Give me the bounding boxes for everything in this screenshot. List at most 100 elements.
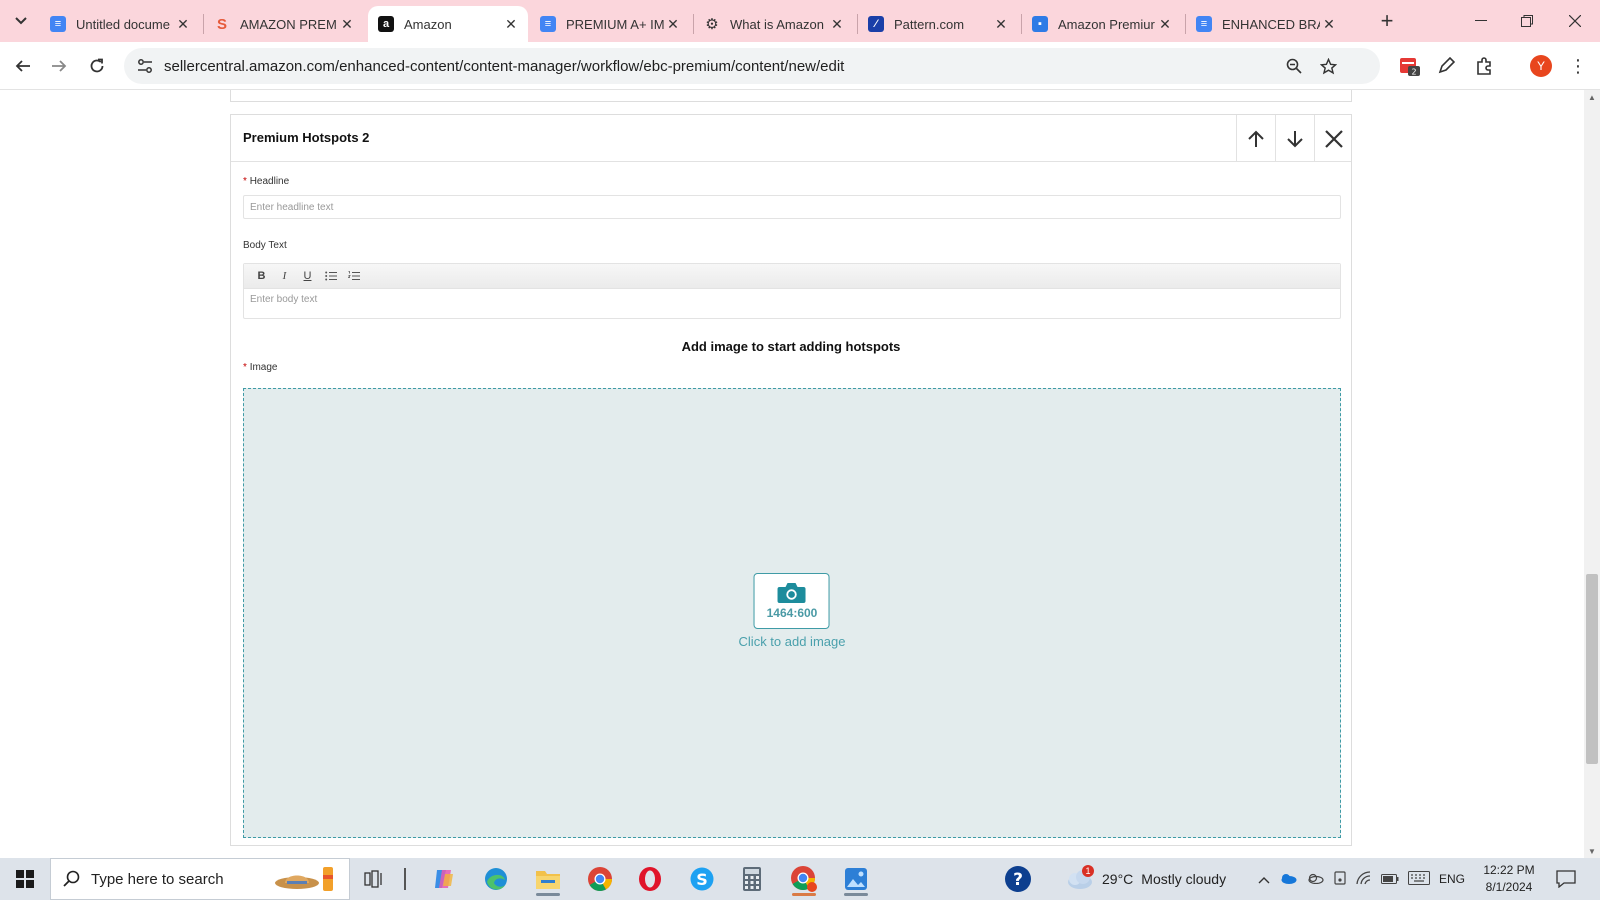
chevron-up-icon[interactable] bbox=[1258, 872, 1270, 887]
required-mark: * bbox=[243, 362, 247, 373]
input-language[interactable]: ENG bbox=[1439, 872, 1465, 886]
windows-logo-icon bbox=[16, 870, 34, 888]
arrow-right-icon bbox=[52, 60, 67, 72]
image-dropzone[interactable]: 1464:600 Click to add image bbox=[243, 388, 1341, 838]
numbered-list-button[interactable] bbox=[342, 266, 365, 286]
tab-amazon-prem[interactable]: S AMAZON PREM ✕ bbox=[204, 6, 364, 42]
remove-module-button[interactable] bbox=[1314, 115, 1353, 162]
headline-input[interactable]: Enter headline text bbox=[243, 195, 1341, 219]
tab-premium-a-plus[interactable]: ≡ PREMIUM A+ IM ✕ bbox=[530, 6, 690, 42]
close-tab-icon[interactable]: ✕ bbox=[1320, 15, 1338, 33]
italic-button[interactable]: I bbox=[273, 266, 296, 286]
tab-pattern[interactable]: ⁄ Pattern.com ✕ bbox=[858, 6, 1018, 42]
clock-time: 12:22 PM bbox=[1483, 863, 1535, 877]
keyboard-icon[interactable] bbox=[1408, 870, 1430, 888]
google-docs-icon: ≡ bbox=[1196, 16, 1212, 32]
underline-button[interactable]: U bbox=[296, 266, 319, 286]
page-scrollbar[interactable]: ▲ ▼ bbox=[1584, 90, 1600, 858]
copilot-icon[interactable] bbox=[424, 862, 464, 896]
required-mark: * bbox=[243, 176, 247, 187]
tab-title: Amazon bbox=[404, 16, 452, 32]
wifi-icon[interactable] bbox=[1356, 870, 1372, 888]
calculator-icon[interactable] bbox=[732, 862, 772, 896]
zoom-icon[interactable] bbox=[1284, 56, 1304, 76]
add-image-target[interactable]: 1464:600 Click to add image bbox=[739, 573, 846, 649]
close-tab-icon[interactable]: ✕ bbox=[338, 15, 356, 33]
bookmark-star-icon[interactable] bbox=[1318, 56, 1338, 76]
skype-icon[interactable]: S bbox=[682, 862, 722, 896]
add-image-link[interactable]: Click to add image bbox=[739, 634, 846, 649]
body-text-label: Body Text bbox=[243, 240, 287, 251]
cloud-icon[interactable] bbox=[1306, 872, 1324, 887]
opera-icon[interactable] bbox=[630, 862, 670, 896]
taskbar-search[interactable]: Type here to search bbox=[50, 858, 350, 900]
windows-taskbar: Type here to search S ? 1 29°C Mostly cl… bbox=[0, 858, 1600, 900]
tab-untitled-document[interactable]: ≡ Untitled docume ✕ bbox=[40, 6, 200, 42]
image-placeholder-box: 1464:600 bbox=[753, 573, 830, 629]
page-viewport: Premium Hotspots 2 * Headline Enter head… bbox=[0, 90, 1584, 858]
image-aspect-ratio: 1464:600 bbox=[766, 606, 818, 620]
task-view-icon[interactable] bbox=[354, 862, 394, 896]
extension-pen-icon[interactable] bbox=[1434, 54, 1458, 78]
close-window-button[interactable] bbox=[1552, 6, 1598, 36]
image-label-text: Image bbox=[249, 362, 278, 373]
bold-button[interactable]: B bbox=[250, 266, 273, 286]
arrow-up-icon bbox=[1248, 130, 1264, 147]
chrome-profile-icon[interactable] bbox=[784, 862, 824, 896]
move-up-button[interactable] bbox=[1236, 115, 1275, 162]
headline-placeholder: Enter headline text bbox=[250, 202, 334, 213]
scroll-up-arrow[interactable]: ▲ bbox=[1584, 90, 1600, 104]
weather-widget[interactable]: 1 29°C Mostly cloudy bbox=[1064, 858, 1226, 900]
move-down-button[interactable] bbox=[1275, 115, 1314, 162]
close-tab-icon[interactable]: ✕ bbox=[992, 15, 1010, 33]
body-placeholder: Enter body text bbox=[250, 294, 318, 305]
restore-button[interactable] bbox=[1504, 6, 1550, 36]
reload-button[interactable] bbox=[83, 52, 111, 80]
body-text-input[interactable]: Enter body text bbox=[244, 289, 1340, 310]
close-tab-icon[interactable]: ✕ bbox=[828, 15, 846, 33]
plus-icon: + bbox=[1380, 8, 1394, 33]
browser-menu-icon[interactable]: ⋮ bbox=[1568, 54, 1588, 78]
profile-avatar[interactable]: Y bbox=[1530, 55, 1552, 77]
previous-module-edge bbox=[230, 90, 1352, 102]
new-tab-button[interactable]: + bbox=[1374, 8, 1400, 34]
scrollbar-thumb[interactable] bbox=[1586, 574, 1598, 764]
s-logo-icon: S bbox=[216, 15, 227, 33]
scroll-down-arrow[interactable]: ▼ bbox=[1584, 844, 1600, 858]
device-icon[interactable] bbox=[1333, 870, 1347, 888]
site-info-icon[interactable] bbox=[136, 57, 154, 75]
close-tab-icon[interactable]: ✕ bbox=[174, 15, 192, 33]
browser-toolbar: sellercentral.amazon.com/enhanced-conten… bbox=[0, 42, 1600, 90]
close-tab-icon[interactable]: ✕ bbox=[664, 15, 682, 33]
extensions-puzzle-icon[interactable] bbox=[1472, 54, 1496, 78]
extension-calendar-icon[interactable]: 2 bbox=[1398, 54, 1422, 78]
close-tab-icon[interactable]: ✕ bbox=[1156, 15, 1174, 33]
clock-date: 8/1/2024 bbox=[1485, 880, 1533, 894]
gear-site-icon: ⚙ bbox=[705, 16, 719, 33]
photos-icon[interactable] bbox=[836, 862, 876, 896]
notification-center-icon[interactable] bbox=[1546, 862, 1586, 896]
tab-title: What is Amazon bbox=[730, 16, 824, 32]
tab-amazon[interactable]: a Amazon ✕ bbox=[368, 6, 528, 42]
clock[interactable]: 12:22 PM 8/1/2024 bbox=[1470, 862, 1548, 896]
back-button[interactable] bbox=[9, 52, 37, 80]
tab-enhanced-bra[interactable]: ≡ ENHANCED BRA ✕ bbox=[1186, 6, 1346, 42]
battery-icon[interactable] bbox=[1381, 872, 1399, 887]
minimize-button[interactable] bbox=[1458, 6, 1504, 36]
start-button[interactable] bbox=[0, 858, 50, 900]
reload-icon bbox=[90, 58, 104, 73]
hotspot-instruction: Add image to start adding hotspots bbox=[681, 339, 901, 354]
tab-strip: ≡ Untitled docume ✕ S AMAZON PREM ✕ a Am… bbox=[0, 0, 1600, 42]
tab-search-button[interactable] bbox=[8, 8, 34, 34]
forward-button[interactable] bbox=[45, 52, 73, 80]
tab-what-is-amazon[interactable]: ⚙ What is Amazon ✕ bbox=[694, 6, 854, 42]
close-tab-icon[interactable]: ✕ bbox=[502, 15, 520, 33]
file-explorer-icon[interactable] bbox=[528, 862, 568, 896]
chrome-icon[interactable] bbox=[580, 862, 620, 896]
bulleted-list-button[interactable] bbox=[319, 266, 342, 286]
address-bar[interactable]: sellercentral.amazon.com/enhanced-conten… bbox=[124, 48, 1380, 84]
tab-amazon-premium[interactable]: ▪ Amazon Premiur ✕ bbox=[1022, 6, 1182, 42]
edge-icon[interactable] bbox=[476, 862, 516, 896]
help-icon[interactable]: ? bbox=[998, 862, 1038, 896]
onedrive-icon[interactable] bbox=[1279, 872, 1297, 887]
